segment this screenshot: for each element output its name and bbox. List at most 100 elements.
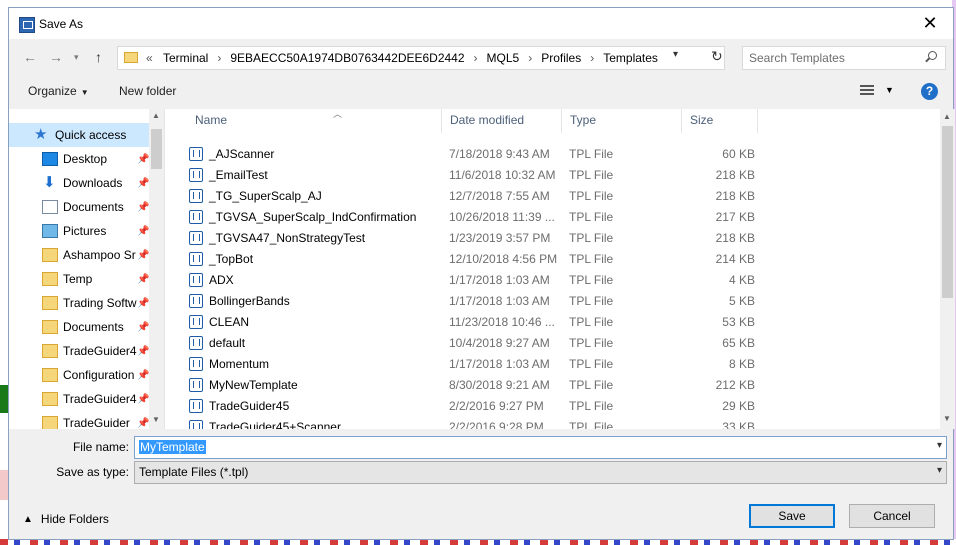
breadcrumb-profiles[interactable]: Profiles	[541, 51, 581, 65]
file-list-scrollbar[interactable]: ▲ ▼	[940, 109, 955, 429]
pin-icon: 📌	[137, 201, 149, 213]
title-bar[interactable]: Save As ✕	[9, 8, 953, 39]
file-row[interactable]: _EmailTest 11/6/2018 10:32 AM TPL File 2…	[165, 165, 925, 186]
sidebar-item-tradeguider4-2[interactable]: TradeGuider4 📌	[9, 387, 149, 411]
view-options-icon[interactable]	[860, 85, 874, 97]
sidebar-item-documents-folder[interactable]: Documents 📌	[9, 315, 149, 339]
file-name: default	[209, 336, 246, 350]
column-header-label: Date modified	[450, 113, 525, 127]
address-dropdown-icon[interactable]: ▾	[673, 49, 678, 60]
pin-icon: 📌	[137, 273, 149, 285]
file-row[interactable]: ADX 1/17/2018 1:03 AM TPL File 4 KB	[165, 270, 925, 291]
column-header-name[interactable]: Name ︿	[187, 109, 442, 133]
file-row[interactable]: BollingerBands 1/17/2018 1:03 AM TPL Fil…	[165, 291, 925, 312]
sidebar-item-pictures[interactable]: Pictures 📌	[9, 219, 149, 243]
template-file-icon	[189, 357, 203, 371]
help-icon[interactable]: ?	[921, 83, 938, 100]
search-input[interactable]: Search Templates	[749, 51, 845, 65]
save-type-select[interactable]: Template Files (*.tpl) ▾	[134, 461, 947, 484]
chevron-right-icon[interactable]: ›	[474, 51, 478, 65]
file-date: 10/26/2018 11:39 ...	[449, 210, 555, 224]
folder-icon	[42, 392, 58, 406]
save-type-label: Save as type:	[56, 465, 129, 479]
file-row[interactable]: Momentum 1/17/2018 1:03 AM TPL File 8 KB	[165, 354, 925, 375]
file-row[interactable]: _TG_SuperScalp_AJ 12/7/2018 7:55 AM TPL …	[165, 186, 925, 207]
file-row[interactable]: _TGVSA_SuperScalp_IndConfirmation 10/26/…	[165, 207, 925, 228]
file-row[interactable]: CLEAN 11/23/2018 10:46 ... TPL File 53 K…	[165, 312, 925, 333]
file-date: 1/17/2018 1:03 AM	[449, 273, 550, 287]
breadcrumb-terminal-id[interactable]: 9EBAECC50A1974DB0763442DEE6D2442	[230, 51, 464, 65]
template-file-icon	[189, 189, 203, 203]
folder-icon	[42, 296, 58, 310]
file-row[interactable]: TradeGuider45+Scanner 2/2/2016 9:28 PM T…	[165, 417, 925, 429]
column-header-size[interactable]: Size	[682, 109, 758, 133]
scroll-up-icon[interactable]: ▲	[943, 112, 951, 121]
file-row[interactable]: MyNewTemplate 8/30/2018 9:21 AM TPL File…	[165, 375, 925, 396]
scroll-down-icon[interactable]: ▼	[943, 414, 951, 423]
pin-icon: 📌	[137, 369, 149, 381]
cancel-button[interactable]: Cancel	[849, 504, 935, 528]
scrollbar-thumb[interactable]	[942, 126, 953, 298]
sidebar-item-quick-access[interactable]: Quick access	[9, 123, 149, 147]
sidebar-item-desktop[interactable]: Desktop 📌	[9, 147, 149, 171]
template-file-icon	[189, 336, 203, 350]
search-icon[interactable]	[925, 51, 937, 63]
back-arrow-icon[interactable]: ←	[23, 49, 37, 65]
file-date: 2/2/2016 9:27 PM	[449, 399, 544, 413]
file-size: 60 KB	[722, 147, 755, 161]
organize-button[interactable]: Organize ▼	[28, 84, 89, 98]
chevron-down-icon[interactable]: ▾	[937, 465, 942, 476]
hide-folders-button[interactable]: ▲ Hide Folders	[23, 512, 109, 526]
sidebar-item-label: Temp	[63, 272, 93, 286]
scrollbar-thumb[interactable]	[151, 129, 162, 169]
sidebar-item-ashampoo[interactable]: Ashampoo Sr 📌	[9, 243, 149, 267]
refresh-icon[interactable]: ↻	[711, 48, 723, 65]
template-file-icon	[189, 147, 203, 161]
forward-arrow-icon[interactable]: →	[49, 49, 63, 65]
save-button[interactable]: Save	[749, 504, 835, 528]
address-bar[interactable]: « Terminal › 9EBAECC50A1974DB0763442DEE6D…	[117, 46, 725, 70]
column-header-date[interactable]: Date modified	[442, 109, 562, 133]
address-overflow[interactable]: «	[146, 51, 153, 65]
file-row[interactable]: _AJScanner 7/18/2018 9:43 AM TPL File 60…	[165, 144, 925, 165]
sidebar-item-tradeguider4[interactable]: TradeGuider4 📌	[9, 339, 149, 363]
save-as-dialog: Save As ✕ ← → ▾ ↑ « Terminal › 9EBAECC50A…	[8, 7, 955, 540]
sidebar-item-temp[interactable]: Temp 📌	[9, 267, 149, 291]
scroll-up-icon[interactable]: ▲	[152, 111, 160, 120]
column-header-type[interactable]: Type	[562, 109, 682, 133]
up-arrow-icon[interactable]: ↑	[95, 49, 102, 65]
file-size: 65 KB	[722, 336, 755, 350]
sidebar-item-trading-software[interactable]: Trading Softw 📌	[9, 291, 149, 315]
scroll-down-icon[interactable]: ▼	[152, 415, 160, 424]
template-file-icon	[189, 315, 203, 329]
close-icon: ✕	[922, 13, 938, 33]
sidebar-item-configuration[interactable]: Configuration 📌	[9, 363, 149, 387]
file-row[interactable]: default 10/4/2018 9:27 AM TPL File 65 KB	[165, 333, 925, 354]
breadcrumb-terminal[interactable]: Terminal	[163, 51, 208, 65]
search-box[interactable]: Search Templates	[742, 46, 946, 70]
sidebar-item-tradeguider[interactable]: TradeGuider 📌	[9, 411, 149, 429]
close-button[interactable]: ✕	[907, 8, 953, 39]
sidebar-item-label: Configuration	[63, 368, 135, 382]
new-folder-button[interactable]: New folder	[119, 84, 176, 98]
file-name-input[interactable]: MyTemplate	[139, 440, 206, 454]
sidebar-item-downloads[interactable]: Downloads 📌	[9, 171, 149, 195]
sidebar-item-documents[interactable]: Documents 📌	[9, 195, 149, 219]
file-row[interactable]: _TGVSA47_NonStrategyTest 1/23/2019 3:57 …	[165, 228, 925, 249]
pin-icon: 📌	[137, 393, 149, 405]
app-icon	[19, 17, 35, 33]
chevron-right-icon[interactable]: ›	[590, 51, 594, 65]
chevron-down-icon[interactable]: ▼	[885, 85, 894, 95]
chevron-right-icon[interactable]: ›	[528, 51, 532, 65]
file-row[interactable]: TradeGuider45 2/2/2016 9:27 PM TPL File …	[165, 396, 925, 417]
file-name: TradeGuider45	[209, 399, 290, 413]
file-name-field[interactable]: MyTemplate ▾	[134, 436, 947, 459]
chevron-down-icon[interactable]: ▾	[937, 440, 942, 451]
breadcrumb-mql5[interactable]: MQL5	[487, 51, 520, 65]
recent-locations-chevron-icon[interactable]: ▾	[74, 52, 79, 63]
navigation-scrollbar[interactable]: ▲ ▼	[149, 109, 164, 429]
file-date: 12/7/2018 7:55 AM	[449, 189, 550, 203]
breadcrumb-templates[interactable]: Templates	[603, 51, 658, 65]
chevron-right-icon[interactable]: ›	[217, 51, 221, 65]
file-row[interactable]: _TopBot 12/10/2018 4:56 PM TPL File 214 …	[165, 249, 925, 270]
